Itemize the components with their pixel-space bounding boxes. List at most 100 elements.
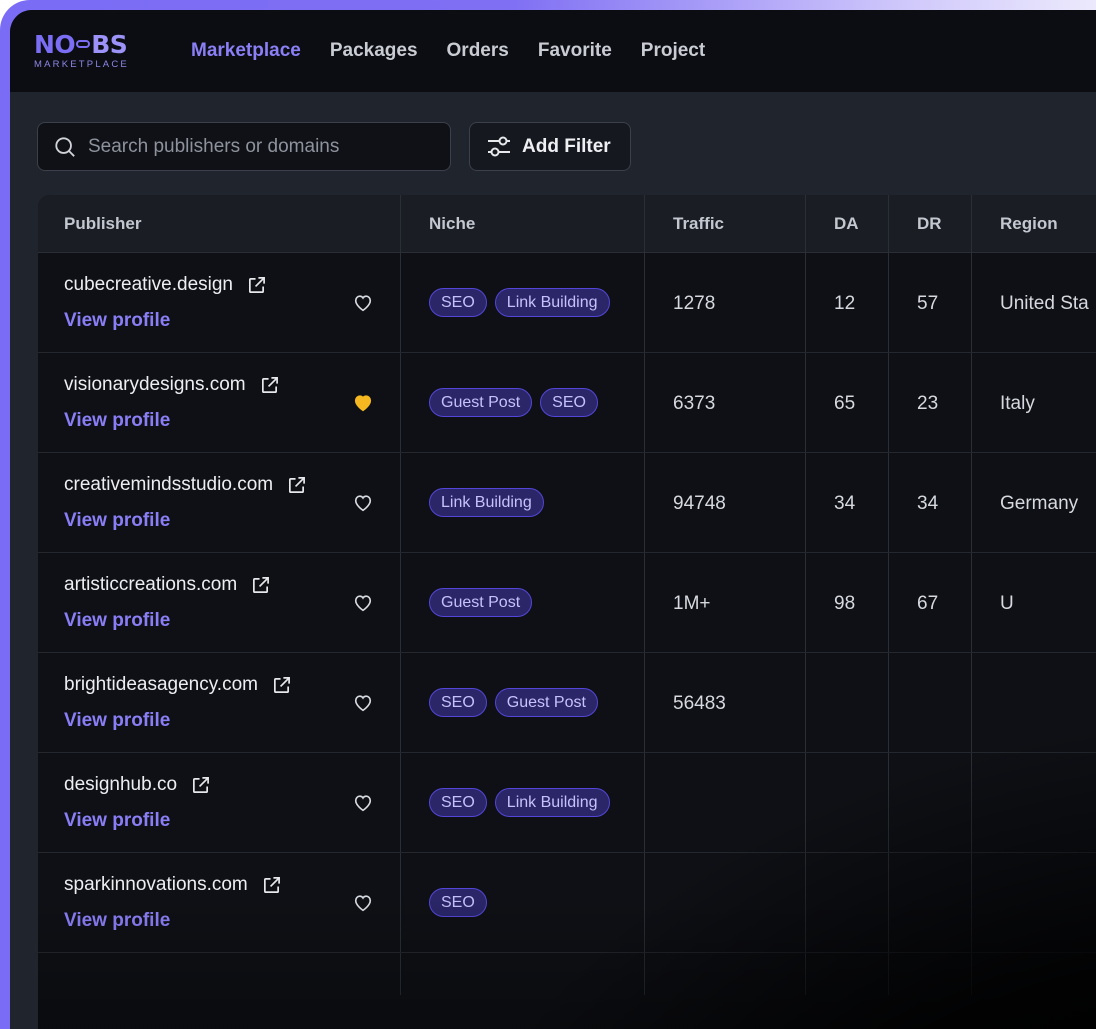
da-value: 34 [834,493,856,514]
niche-tags: SEO [429,888,487,917]
column-header-niche[interactable]: Niche [429,214,475,234]
niche-tags: Guest Post [429,588,533,617]
external-link-icon[interactable] [262,876,281,895]
niche-tag-guest-post[interactable]: Guest Post [494,688,598,717]
brand-subtitle: MARKETPLACE [34,59,129,70]
view-profile-link[interactable]: View profile [64,510,170,532]
external-link-icon[interactable] [260,376,279,395]
app-window: NO BS MARKETPLACE Marketplace Packages Or… [10,10,1096,1029]
column-header-da[interactable]: DA [834,214,859,234]
table-row[interactable]: sparkinnovations.com View profile SEO [38,853,1096,953]
brand-name-right: BS [91,30,128,59]
nav-item-packages[interactable]: Packages [330,40,418,62]
add-filter-button[interactable]: Add Filter [469,122,631,171]
domain-text: cubecreative.design [64,274,233,295]
niche-tag-seo[interactable]: SEO [429,688,487,717]
publisher-domain: designhub.co [64,774,210,796]
table-row[interactable]: artisticcreations.com View profile Guest P… [38,553,1096,653]
traffic-value: 94748 [673,493,726,514]
niche-tag-guest-post[interactable]: Guest Post [429,388,533,417]
publisher-domain: artisticcreations.com [64,574,270,596]
heart-icon[interactable] [352,693,374,713]
column-header-region[interactable]: Region [1000,214,1058,234]
publisher-domain: creativemindsstudio.com [64,474,306,496]
view-profile-link[interactable]: View profile [64,310,170,332]
link-icon [76,40,91,48]
external-link-icon[interactable] [272,676,291,695]
publisher-domain: cubecreative.design [64,274,266,296]
table-row[interactable]: creativemindsstudio.com View profile Link … [38,453,1096,553]
heart-icon[interactable] [352,893,374,913]
niche-tag-guest-post[interactable]: Guest Post [429,588,533,617]
table-row[interactable]: designhub.co View profile SEO Link Building [38,753,1096,853]
search-input[interactable] [88,135,450,158]
nav-item-orders[interactable]: Orders [447,40,509,62]
dr-value: 34 [917,493,939,514]
domain-text: artisticcreations.com [64,574,238,595]
sliders-icon [488,136,510,156]
heart-filled-icon[interactable] [352,393,374,413]
traffic-value: 1278 [673,293,716,314]
heart-icon[interactable] [352,493,374,513]
traffic-value: 6373 [673,393,716,414]
publisher-domain: brightideasagency.com [64,674,291,696]
domain-text: brightideasagency.com [64,674,258,695]
publisher-domain: visionarydesigns.com [64,374,279,396]
traffic-value: 1M+ [673,593,711,614]
domain-text: designhub.co [64,774,178,795]
top-navigation: NO BS MARKETPLACE Marketplace Packages Or… [10,10,1096,92]
external-link-icon[interactable] [251,576,270,595]
dr-value: 23 [917,393,939,414]
niche-tags: SEO Link Building [429,788,610,817]
niche-tag-seo[interactable]: SEO [429,288,487,317]
nav-item-project[interactable]: Project [641,40,705,62]
view-profile-link[interactable]: View profile [64,410,170,432]
da-value: 98 [834,593,856,614]
external-link-icon[interactable] [247,276,266,295]
heart-icon[interactable] [352,293,374,313]
niche-tag-seo[interactable]: SEO [429,888,487,917]
region-value: U [1000,593,1014,614]
table-row[interactable]: cubecreative.design View profile SEO Link B… [38,253,1096,353]
niche-tag-seo[interactable]: SEO [540,388,598,417]
publisher-domain: sparkinnovations.com [64,874,281,896]
table-row[interactable]: brightideasagency.com View profile SEO Gues… [38,653,1096,753]
view-profile-link[interactable]: View profile [64,810,170,832]
nav-item-marketplace[interactable]: Marketplace [191,40,301,62]
domain-text: creativemindsstudio.com [64,474,274,495]
da-value: 12 [834,293,856,314]
brand-logo[interactable]: NO BS MARKETPLACE [34,32,144,72]
nav-links: Marketplace Packages Orders Favorite Pro… [191,40,705,62]
view-profile-link[interactable]: View profile [64,610,170,632]
niche-tag-link-building[interactable]: Link Building [429,488,544,517]
external-link-icon[interactable] [191,776,210,795]
column-header-traffic[interactable]: Traffic [673,214,724,234]
region-value: Italy [1000,393,1035,414]
view-profile-link[interactable]: View profile [64,710,170,732]
dr-value: 67 [917,593,939,614]
niche-tag-link-building[interactable]: Link Building [494,788,610,817]
table-header: Publisher Niche Traffic DA DR Region [38,195,1096,253]
nav-item-favorite[interactable]: Favorite [538,40,612,62]
dr-value: 57 [917,293,939,314]
niche-tag-seo[interactable]: SEO [429,788,487,817]
heart-icon[interactable] [352,593,374,613]
external-link-icon[interactable] [287,476,306,495]
domain-text: sparkinnovations.com [64,874,248,895]
niche-tags: Link Building [429,488,544,517]
brand-name-left: NO [34,30,76,59]
region-value: Germany [1000,493,1079,514]
add-filter-label: Add Filter [522,135,611,157]
niche-tags: SEO Guest Post [429,688,598,717]
column-header-publisher[interactable]: Publisher [64,214,141,234]
view-profile-link[interactable]: View profile [64,910,170,932]
column-header-dr[interactable]: DR [917,214,942,234]
da-value: 65 [834,393,856,414]
heart-icon[interactable] [352,793,374,813]
domain-text: visionarydesigns.com [64,374,246,395]
table-row[interactable]: visionarydesigns.com View profile Guest Po… [38,353,1096,453]
region-value: United Sta [1000,293,1089,314]
search-icon [55,136,75,157]
niche-tags: SEO Link Building [429,288,610,317]
niche-tag-link-building[interactable]: Link Building [494,288,610,317]
